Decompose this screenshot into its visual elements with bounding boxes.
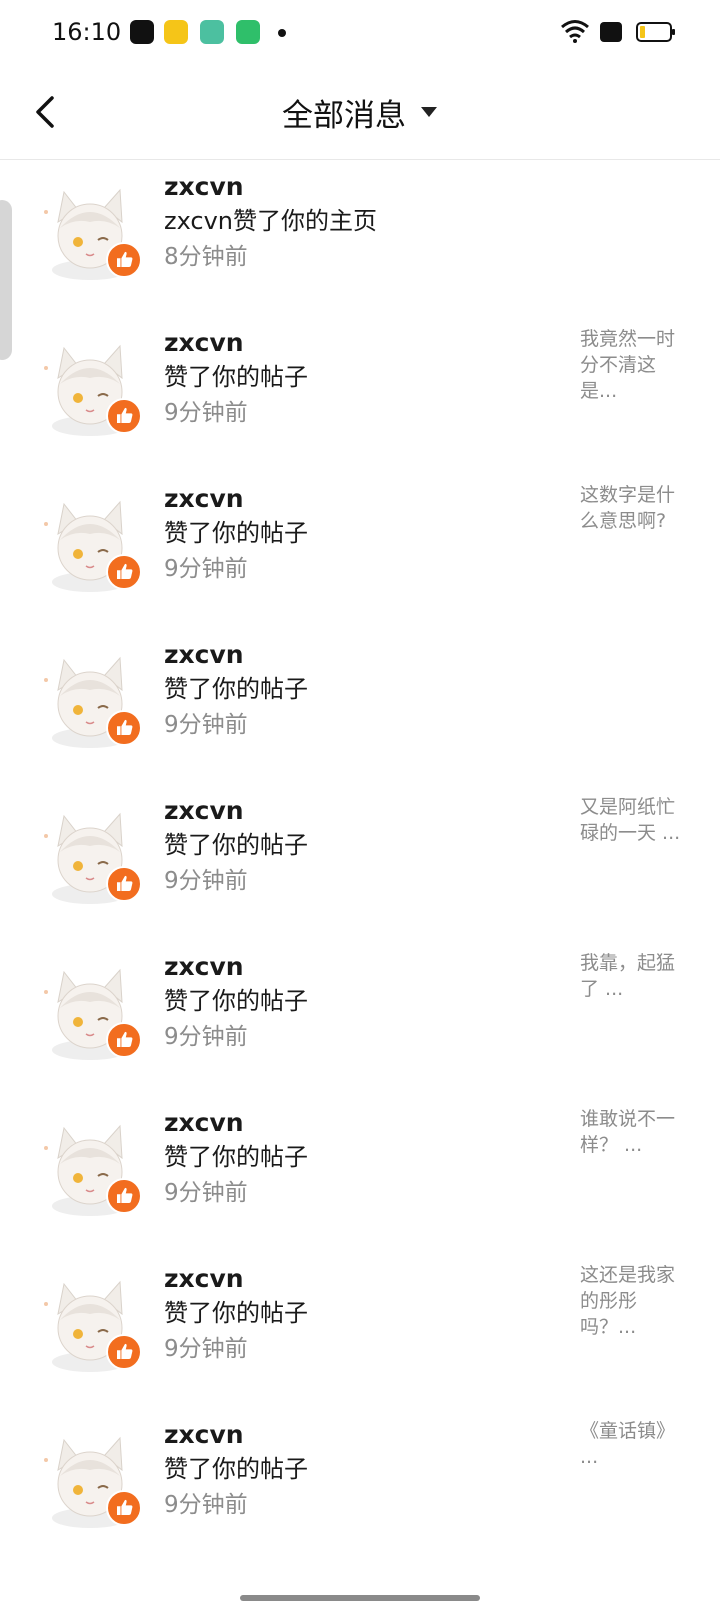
message-item[interactable]: zxcvn 赞了你的帖子 9分钟前 又是阿纸忙碌的一天 ... bbox=[0, 794, 720, 950]
message-time: 9分钟前 bbox=[164, 1180, 248, 1206]
title-dropdown[interactable]: 全部消息 bbox=[0, 86, 720, 138]
home-indicator[interactable] bbox=[240, 1595, 480, 1601]
post-preview[interactable]: 这还是我家的彤彤吗？... bbox=[580, 1262, 686, 1340]
like-badge-icon bbox=[106, 866, 142, 902]
post-preview[interactable]: 又是阿纸忙碌的一天 ... bbox=[580, 794, 686, 846]
like-badge-icon bbox=[106, 398, 142, 434]
message-item[interactable]: zxcvn 赞了你的帖子 9分钟前 bbox=[0, 638, 720, 794]
post-preview[interactable]: 这数字是什么意思啊? bbox=[580, 482, 686, 534]
message-username[interactable]: zxcvn bbox=[164, 640, 244, 670]
message-time: 9分钟前 bbox=[164, 712, 248, 738]
message-time: 9分钟前 bbox=[164, 1492, 248, 1518]
message-time: 8分钟前 bbox=[164, 244, 248, 270]
post-preview[interactable]: 我靠，起猛了 ... bbox=[580, 950, 686, 1002]
wifi-icon bbox=[561, 20, 589, 43]
battery-icon bbox=[636, 22, 675, 42]
battery-app-icon bbox=[236, 20, 260, 44]
message-username[interactable]: zxcvn bbox=[164, 1420, 244, 1450]
message-item[interactable]: zxcvn 赞了你的帖子 9分钟前 我竟然一时分不清这是... bbox=[0, 326, 720, 482]
like-badge-icon bbox=[106, 710, 142, 746]
message-username[interactable]: zxcvn bbox=[164, 484, 244, 514]
notification-dot-icon bbox=[278, 29, 286, 37]
message-username[interactable]: zxcvn bbox=[164, 328, 244, 358]
message-text: 赞了你的帖子 bbox=[164, 519, 308, 547]
status-time: 16:10 bbox=[52, 18, 122, 46]
message-text: 赞了你的帖子 bbox=[164, 363, 308, 391]
message-text: 赞了你的帖子 bbox=[164, 675, 308, 703]
page-title: 全部消息 bbox=[282, 97, 406, 134]
message-text: 赞了你的帖子 bbox=[164, 1299, 308, 1327]
message-username[interactable]: zxcvn bbox=[164, 796, 244, 826]
message-username[interactable]: zxcvn bbox=[164, 952, 244, 982]
message-item[interactable]: zxcvn 赞了你的帖子 9分钟前 这数字是什么意思啊? bbox=[0, 482, 720, 638]
like-badge-icon bbox=[106, 242, 142, 278]
message-username[interactable]: zxcvn bbox=[164, 172, 244, 202]
like-badge-icon bbox=[106, 1022, 142, 1058]
weibo-app-icon bbox=[164, 20, 188, 44]
status-bar: 16:10 bbox=[0, 0, 720, 64]
message-text: zxcvn赞了你的主页 bbox=[164, 207, 377, 235]
message-item[interactable]: zxcvn zxcvn赞了你的主页 8分钟前 bbox=[0, 170, 720, 326]
post-preview[interactable]: 我竟然一时分不清这是... bbox=[580, 326, 686, 404]
message-time: 9分钟前 bbox=[164, 1024, 248, 1050]
no-sim-icon bbox=[600, 22, 622, 42]
message-text: 赞了你的帖子 bbox=[164, 1143, 308, 1171]
header: 全部消息 bbox=[0, 64, 720, 160]
message-time: 9分钟前 bbox=[164, 1336, 248, 1362]
message-text: 赞了你的帖子 bbox=[164, 1455, 308, 1483]
message-username[interactable]: zxcvn bbox=[164, 1264, 244, 1294]
like-badge-icon bbox=[106, 1490, 142, 1526]
message-item[interactable]: zxcvn 赞了你的帖子 9分钟前 谁敢说不一样？ ... bbox=[0, 1106, 720, 1262]
message-item[interactable]: zxcvn 赞了你的帖子 9分钟前 这还是我家的彤彤吗？... bbox=[0, 1262, 720, 1418]
green-app-icon bbox=[200, 20, 224, 44]
message-time: 9分钟前 bbox=[164, 556, 248, 582]
message-username[interactable]: zxcvn bbox=[164, 1108, 244, 1138]
like-badge-icon bbox=[106, 554, 142, 590]
post-preview[interactable]: 谁敢说不一样？ ... bbox=[580, 1106, 686, 1158]
message-time: 9分钟前 bbox=[164, 868, 248, 894]
chevron-down-icon bbox=[421, 107, 437, 117]
message-text: 赞了你的帖子 bbox=[164, 831, 308, 859]
message-item[interactable]: zxcvn 赞了你的帖子 9分钟前 我靠，起猛了 ... bbox=[0, 950, 720, 1106]
message-time: 9分钟前 bbox=[164, 400, 248, 426]
tiktok-app-icon bbox=[130, 20, 154, 44]
like-badge-icon bbox=[106, 1334, 142, 1370]
message-item[interactable]: zxcvn 赞了你的帖子 9分钟前 《童话镇》 ... bbox=[0, 1418, 720, 1574]
like-badge-icon bbox=[106, 1178, 142, 1214]
message-text: 赞了你的帖子 bbox=[164, 987, 308, 1015]
post-preview[interactable]: 《童话镇》 ... bbox=[580, 1418, 686, 1470]
message-list: zxcvn zxcvn赞了你的主页 8分钟前 zxcvn 赞了你的帖子 9分钟前 我竟然一… bbox=[0, 170, 720, 1574]
